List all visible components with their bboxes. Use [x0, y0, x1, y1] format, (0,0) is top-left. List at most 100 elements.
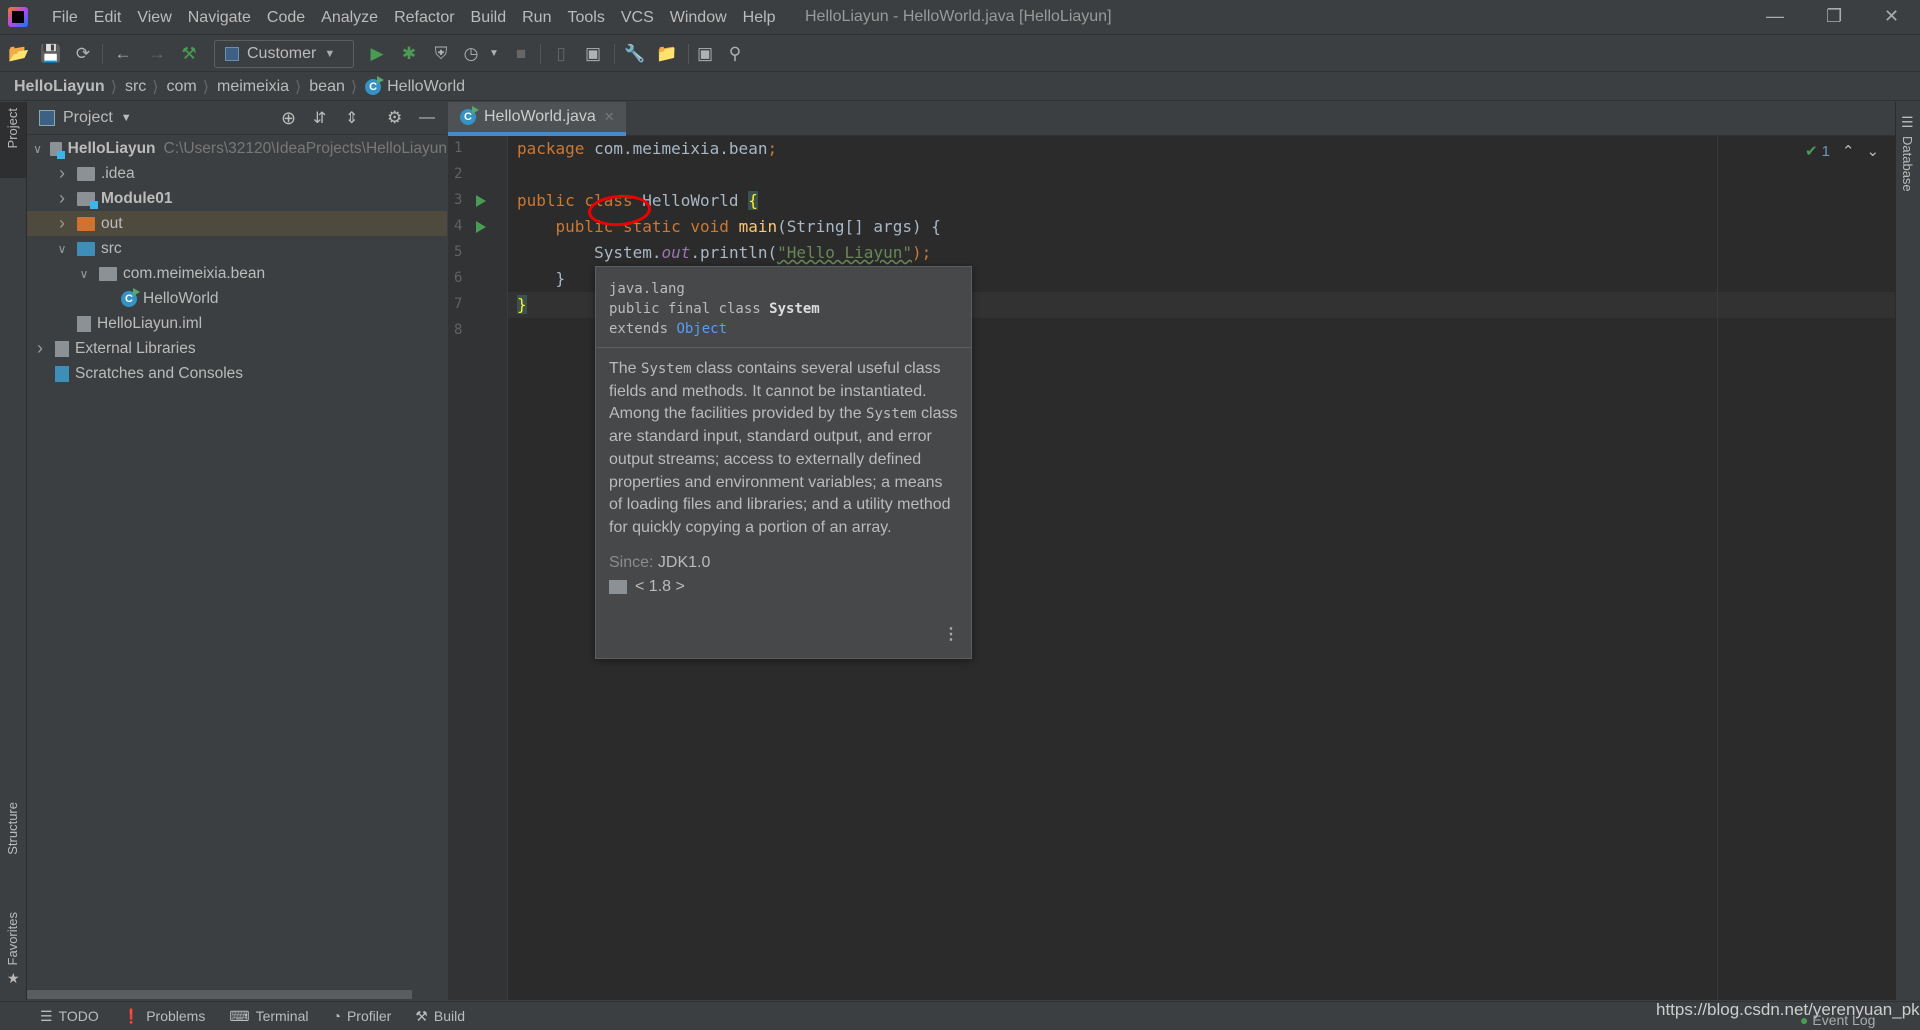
run-gutter-icon[interactable] — [476, 195, 486, 207]
code-line: System.out.println("Hello Liayun"); — [517, 240, 931, 266]
code-token: ); — [911, 243, 932, 262]
menu-refactor[interactable]: Refactor — [386, 9, 462, 27]
check-icon: ✔ — [1805, 143, 1818, 160]
stop-icon[interactable]: ■ — [510, 44, 532, 64]
profiler-icon: ◔ — [332, 1008, 341, 1024]
tree-item[interactable]: ∨ HelloLiayun C:\Users\32120\IdeaProjects\… — [27, 136, 447, 161]
tree-item[interactable]: ∨ com.meimeixia.bean — [27, 261, 447, 286]
menu-help[interactable]: Help — [735, 9, 784, 27]
more-options-icon[interactable]: ⋮ — [943, 624, 959, 644]
build-hammer-icon[interactable]: ⚒ — [178, 44, 200, 64]
code-token: System. — [517, 243, 662, 262]
coverage-icon[interactable]: ⛨ — [430, 44, 452, 64]
close-tab-icon[interactable]: ✕ — [604, 109, 615, 125]
previous-highlight-icon[interactable]: ⌃ — [1842, 142, 1855, 160]
terminal-icon: ⌨ — [229, 1007, 250, 1024]
breadcrumb-item[interactable]: bean — [309, 78, 345, 96]
menu-view[interactable]: View — [129, 9, 179, 27]
menu-edit[interactable]: Edit — [86, 9, 130, 27]
chevron-right-icon[interactable]: › — [55, 213, 69, 234]
run-gutter-icon[interactable] — [476, 221, 486, 233]
tree-item[interactable]: › External Libraries — [27, 336, 447, 361]
locate-icon[interactable]: ⊕ — [281, 108, 296, 129]
tree-item[interactable]: C HelloWorld — [27, 286, 447, 311]
tree-horizontal-scrollbar[interactable] — [27, 990, 412, 999]
doc-code: System — [641, 361, 692, 377]
run-config-select[interactable]: Customer ▼ — [214, 40, 354, 68]
tree-item[interactable]: › out — [27, 211, 447, 236]
search-icon[interactable]: ⚲ — [724, 44, 746, 64]
event-log-button[interactable]: ● Event Log — [1800, 1012, 1875, 1028]
bottom-tab-profiler[interactable]: ◔ Profiler — [332, 1008, 391, 1024]
event-log-icon: ● — [1800, 1012, 1809, 1028]
run-icon[interactable]: ▶ — [366, 44, 388, 64]
left-tool-stripe: Project Structure Favorites ★ — [0, 102, 27, 1000]
menu-tools[interactable]: Tools — [559, 9, 612, 27]
gear-icon[interactable]: ⚙ — [387, 108, 402, 128]
hide-panel-icon[interactable]: — — [419, 109, 435, 127]
menu-window[interactable]: Window — [662, 9, 735, 27]
breadcrumb-item[interactable]: com — [167, 78, 197, 96]
debug-icon[interactable]: ✱ — [398, 44, 420, 64]
breadcrumb-item[interactable]: src — [125, 78, 146, 96]
chevron-down-icon[interactable]: ∨ — [33, 142, 42, 156]
save-icon[interactable]: 💾 — [40, 44, 62, 64]
project-view-select[interactable]: Project — [63, 109, 113, 127]
intellij-logo-icon — [8, 7, 28, 27]
tree-item[interactable]: › Module01 — [27, 186, 447, 211]
menu-navigate[interactable]: Navigate — [180, 9, 259, 27]
menu-code[interactable]: Code — [259, 9, 313, 27]
tree-item[interactable]: Scratches and Consoles — [27, 361, 447, 386]
tree-item[interactable]: HelloLiayun.iml — [27, 311, 447, 336]
database-tool-tab[interactable]: Database — [1900, 136, 1915, 192]
project-structure-icon[interactable]: 📁 — [656, 44, 678, 64]
chevron-down-icon[interactable]: ∨ — [77, 267, 91, 281]
bottom-tab-todo[interactable]: ☰ TODO — [40, 1008, 99, 1025]
chevron-right-icon: ⟩ — [350, 78, 358, 96]
menu-vcs[interactable]: VCS — [613, 9, 662, 27]
object-link[interactable]: Object — [676, 321, 727, 337]
favorites-tool-tab[interactable]: Favorites — [5, 912, 20, 965]
folder-gray-icon — [77, 166, 95, 181]
restore-icon[interactable]: ❐ — [1826, 6, 1842, 27]
expand-all-icon[interactable]: ⇵ — [313, 108, 326, 128]
tree-item[interactable]: ∨ src — [27, 236, 447, 261]
bottom-tab-problems[interactable]: ❗ Problems — [123, 1008, 206, 1025]
inspection-widget[interactable]: ✔ 1 ⌃ ⌄ — [1805, 142, 1880, 161]
breadcrumb-item[interactable]: meimeixia — [217, 78, 289, 96]
chevron-right-icon[interactable]: › — [55, 188, 69, 209]
run-anything-icon[interactable]: ▣ — [694, 44, 716, 64]
back-icon[interactable]: ← — [112, 44, 134, 64]
next-highlight-icon[interactable]: ⌄ — [1867, 142, 1880, 160]
breadcrumb-item[interactable]: HelloLiayun — [14, 78, 105, 96]
doc-text: Among the facilities provided by the — [609, 405, 867, 423]
tree-item[interactable]: › .idea — [27, 161, 447, 186]
project-tool-tab[interactable]: Project — [0, 102, 26, 178]
minimize-icon[interactable]: — — [1766, 6, 1784, 27]
tab-helloworld-java[interactable]: C HelloWorld.java ✕ — [448, 102, 626, 136]
device-icon[interactable]: ▯ — [550, 44, 572, 64]
chevron-down-icon[interactable]: ▼ — [483, 48, 505, 59]
gutter: 1 2 3 4 5 6 7 8 — [448, 136, 508, 1000]
menu-run[interactable]: Run — [514, 9, 559, 27]
menu-build[interactable]: Build — [463, 9, 515, 27]
chevron-right-icon[interactable]: › — [33, 338, 47, 359]
sync-icon[interactable]: ⟳ — [72, 44, 94, 64]
chevron-down-icon[interactable]: ▼ — [121, 112, 132, 124]
close-window-icon[interactable]: ✕ — [1884, 6, 1899, 27]
bottom-tab-terminal[interactable]: ⌨ Terminal — [229, 1008, 308, 1025]
open-icon[interactable]: 📂 — [8, 44, 30, 64]
library-version-row[interactable]: < 1.8 > — [596, 572, 971, 602]
breadcrumb-item[interactable]: HelloWorld — [387, 78, 465, 96]
sdk-manager-icon[interactable]: ▣ — [582, 44, 604, 64]
structure-tool-tab[interactable]: Structure — [5, 802, 20, 855]
profile-icon[interactable]: ◷ — [460, 44, 482, 64]
forward-icon[interactable]: → — [146, 44, 168, 64]
menu-file[interactable]: File — [44, 9, 86, 27]
settings-wrench-icon[interactable]: 🔧 — [624, 44, 646, 64]
bottom-tab-build[interactable]: ⚒ Build — [415, 1008, 465, 1025]
collapse-all-icon[interactable]: ⇕ — [345, 108, 358, 128]
chevron-down-icon[interactable]: ∨ — [55, 242, 69, 256]
menu-analyze[interactable]: Analyze — [313, 9, 386, 27]
chevron-right-icon[interactable]: › — [55, 163, 69, 184]
